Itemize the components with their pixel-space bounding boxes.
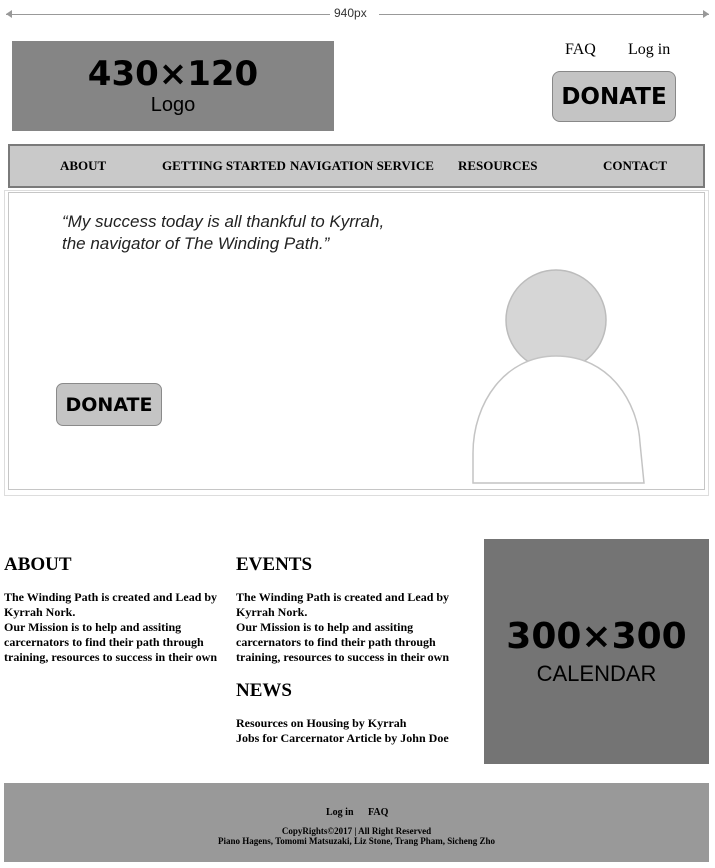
news-list: Resources on Housing by Kyrrah Jobs for … [236, 716, 476, 746]
events-line: Our Mission is to help and assiting [236, 620, 414, 634]
testimonial-quote: “My success today is all thankful to Kyr… [62, 211, 442, 255]
logo-dimensions: 430×120 [87, 53, 259, 94]
events-text: The Winding Path is created and Lead by … [236, 590, 476, 665]
quote-line-2: the navigator of The Winding Path.” [62, 234, 330, 253]
events-line: The Winding Path is created and Lead by [236, 590, 450, 604]
events-line: Kyrrah Nork. [236, 605, 308, 619]
calendar-dimensions: 300×300 [506, 615, 687, 657]
nav-item-contact[interactable]: CONTACT [603, 158, 667, 174]
footer-login-link[interactable]: Log in [326, 807, 354, 818]
footer-copyright: CopyRights©2017 | All Right Reserved [281, 826, 432, 836]
ruler-line-left [6, 14, 330, 15]
events-line: training, resources to success in their … [236, 650, 449, 664]
quote-line-1: “My success today is all thankful to Kyr… [62, 212, 385, 231]
about-line: Kyrrah Nork. [4, 605, 76, 619]
donate-button-header[interactable]: DONATE [552, 71, 676, 122]
ruler-label: 940px [334, 6, 367, 20]
about-line: carcernators to find their path through [4, 635, 204, 649]
events-heading: EVENTS [236, 554, 313, 575]
nav-item-resources[interactable]: RESOURCES [458, 158, 537, 174]
news-item[interactable]: Jobs for Carcernator Article by John Doe [236, 731, 476, 746]
about-text: The Winding Path is created and Lead by … [4, 590, 229, 665]
footer-faq-link[interactable]: FAQ [368, 807, 388, 818]
logo-caption: Logo [150, 93, 196, 116]
main-nav: ABOUT GETTING STARTED NAVIGATION SERVICE… [8, 144, 705, 188]
login-link[interactable]: Log in [628, 41, 670, 59]
calendar-caption: CALENDAR [536, 660, 657, 686]
about-line: Our Mission is to help and assiting [4, 620, 182, 634]
about-heading: ABOUT [4, 554, 72, 575]
nav-item-about[interactable]: ABOUT [60, 158, 106, 174]
footer: Log in FAQ CopyRights©2017 | All Right R… [4, 783, 709, 862]
ruler-line-right [379, 14, 709, 15]
about-line: training, resources to success in their … [4, 650, 217, 664]
news-heading: NEWS [236, 680, 292, 701]
calendar-placeholder[interactable]: 300×300 CALENDAR [484, 539, 709, 764]
ruler-right-arrow-icon [703, 10, 709, 18]
donate-button-hero[interactable]: DONATE [56, 383, 162, 426]
nav-item-navigation-service[interactable]: NAVIGATION SERVICE [290, 158, 434, 174]
footer-authors: Piano Hagens, Tomomi Matsuzaki, Liz Ston… [218, 836, 495, 846]
events-line: carcernators to find their path through [236, 635, 436, 649]
logo-placeholder[interactable]: 430×120 Logo [12, 41, 334, 131]
news-item[interactable]: Resources on Housing by Kyrrah [236, 716, 476, 731]
person-placeholder-icon [472, 269, 645, 484]
width-ruler: 940px [6, 5, 709, 25]
faq-link[interactable]: FAQ [565, 41, 596, 59]
about-line: The Winding Path is created and Lead by [4, 590, 218, 604]
nav-item-getting-started[interactable]: GETTING STARTED [162, 158, 286, 174]
